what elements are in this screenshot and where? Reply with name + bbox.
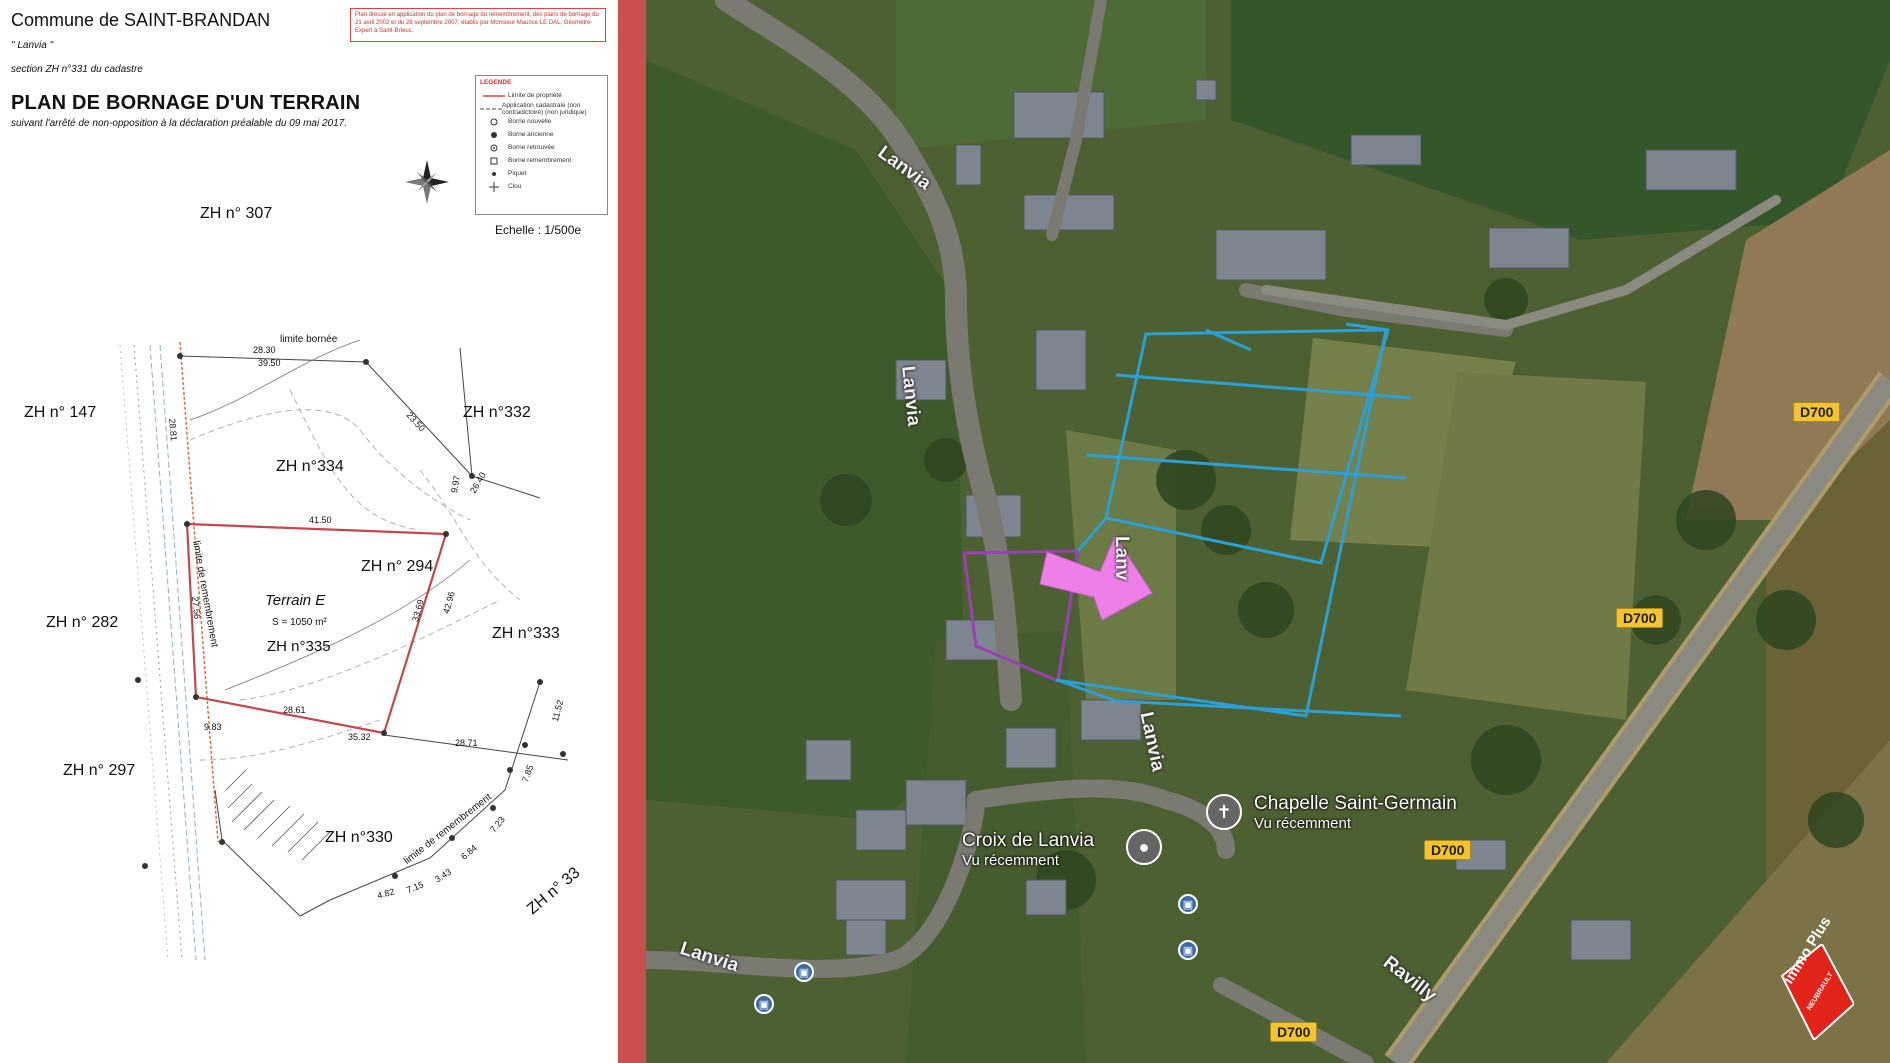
terrain-e-boundary [185, 522, 448, 735]
parcel-label: ZH n° 282 [46, 614, 119, 631]
survey-plan: Commune de SAINT-BRANDAN " Lanvia " sect… [0, 0, 618, 1063]
parcel-label: ZH n°332 [463, 404, 531, 421]
dimension-label: 28.61 [283, 705, 306, 715]
parcel-label: ZH n° 297 [63, 762, 136, 779]
dimension-label: 41.50 [309, 515, 332, 525]
panel-separator [618, 0, 646, 1063]
road-shield-d700: D700 [1616, 608, 1664, 628]
chapel-pin-icon[interactable]: ✝ [1206, 794, 1242, 830]
parcel-label: ZH n°330 [325, 829, 393, 846]
aerial-map[interactable]: Lanvia Lanvia Lanv Lanvia Lanvia Ravilly… [646, 0, 1890, 1063]
dimension-label: 9.83 [204, 722, 222, 732]
parcel-label: ZH n° 147 [24, 404, 97, 421]
compass-rose-icon [405, 160, 449, 204]
aerial-imagery [646, 0, 1890, 1063]
bus-stop-icon[interactable]: ▣ [1178, 894, 1198, 914]
annotation-label: limite bornée [280, 334, 338, 345]
poi-status: Vu récemment [962, 852, 1059, 869]
terrain-parcel-number: ZH n°335 [267, 638, 331, 655]
dimension-label: 28.30 [253, 345, 276, 355]
road-label: Lanv [1111, 536, 1132, 581]
terrain-name: Terrain E [265, 592, 326, 609]
bus-stop-icon[interactable]: ▣ [1178, 940, 1198, 960]
bus-stop-icon[interactable]: ▣ [794, 962, 814, 982]
dimension-label: 28.71 [455, 738, 478, 748]
parcel-label: ZH n°334 [276, 458, 344, 475]
place-pin-icon[interactable]: ● [1126, 829, 1162, 865]
poi-status: Vu récemment [1254, 815, 1351, 832]
poi-croix[interactable]: Croix de Lanvia Vu récemment [962, 830, 1094, 869]
parcel-label: ZH n° 307 [200, 205, 273, 222]
poi-chapelle[interactable]: Chapelle Saint-Germain Vu récemment [1254, 793, 1457, 832]
poi-name: Chapelle Saint-Germain [1254, 793, 1457, 814]
road-shield-d700: D700 [1270, 1022, 1318, 1042]
dimension-label: 28.81 [167, 418, 179, 442]
bus-stop-icon[interactable]: ▣ [754, 994, 774, 1014]
road-shield-d700: D700 [1424, 840, 1472, 860]
poi-name: Croix de Lanvia [962, 830, 1095, 851]
parcel-label: ZH n°333 [492, 625, 560, 642]
hatched-zone [225, 769, 331, 861]
road-strip [119, 344, 206, 961]
parcel-label: ZH n° 294 [361, 558, 434, 575]
dimension-label: 35.32 [348, 732, 371, 742]
road-shield-d700: D700 [1793, 402, 1841, 422]
agency-logo [1780, 944, 1854, 1040]
dimension-label: 39.50 [258, 358, 281, 368]
terrain-surface: S = 1050 m² [272, 617, 327, 628]
